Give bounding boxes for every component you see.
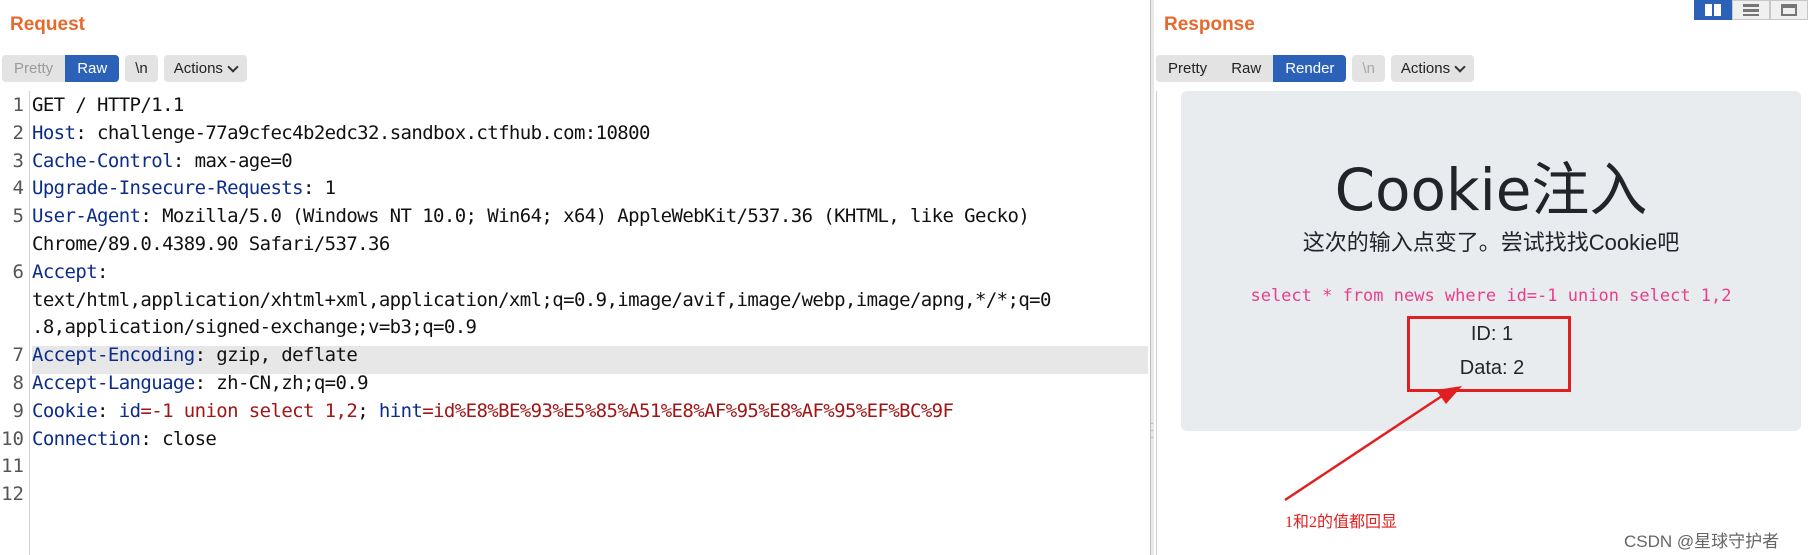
watermark: CSDN @星球守护者: [1624, 532, 1780, 551]
annotation-arrow-icon: [1284, 386, 1462, 502]
annotation-text: 1和2的值都回显: [1285, 514, 1398, 531]
